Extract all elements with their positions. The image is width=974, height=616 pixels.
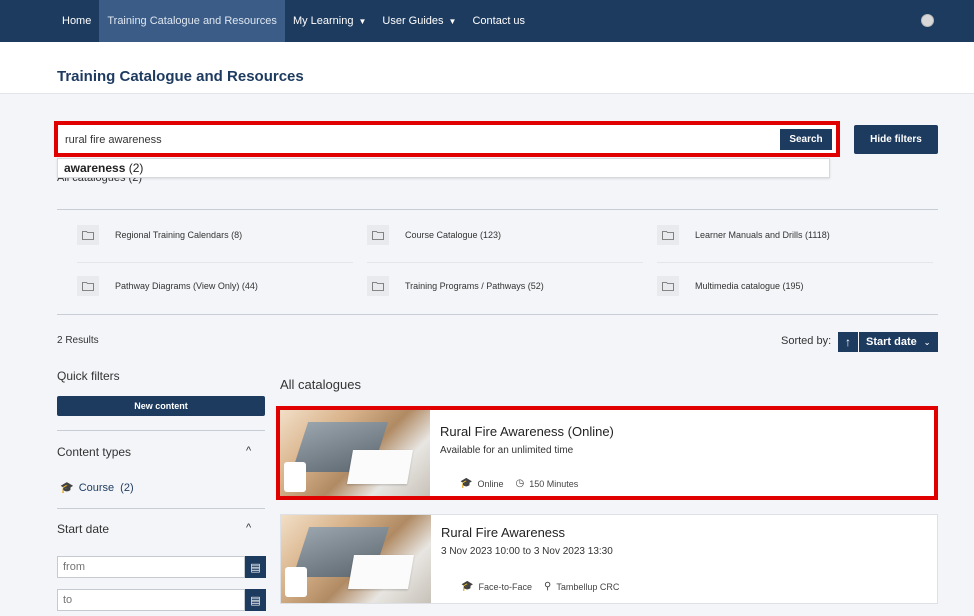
divider <box>77 262 353 263</box>
result-location: Tambellup CRC <box>556 581 620 592</box>
divider <box>57 314 938 315</box>
divider <box>657 262 933 263</box>
sort-select[interactable]: Start date ⌄ <box>859 332 938 352</box>
search-button[interactable]: Search <box>780 129 832 150</box>
nav-user-guides[interactable]: User Guides ▼ <box>374 0 464 42</box>
thumbnail-cup <box>284 462 306 492</box>
catalogue-label: Multimedia catalogue (195) <box>695 281 804 291</box>
calendar-icon[interactable]: ▤ <box>245 556 266 578</box>
result-title[interactable]: Rural Fire Awareness (Online) <box>440 424 614 439</box>
catalogue-course-catalogue[interactable]: Course Catalogue (123) <box>367 225 501 245</box>
search-input[interactable] <box>62 129 778 150</box>
new-content-button[interactable]: New content <box>57 396 265 416</box>
catalogue-label: Training Programs / Pathways (52) <box>405 281 544 291</box>
suggestion-term: awareness <box>64 161 126 175</box>
catalogue-multimedia[interactable]: Multimedia catalogue (195) <box>657 276 804 296</box>
nav-my-learning[interactable]: My Learning ▼ <box>285 0 374 42</box>
to-date-input[interactable] <box>57 589 245 611</box>
graduation-cap-icon: 🎓 <box>460 478 473 489</box>
sort-value: Start date <box>866 336 917 348</box>
chevron-down-icon: ⌄ <box>923 337 931 347</box>
course-filter-label: Course <box>78 481 115 494</box>
search-bar: Search <box>54 121 840 157</box>
result-subtitle: 3 Nov 2023 10:00 to 3 Nov 2023 13:30 <box>441 546 613 557</box>
course-filter-count: (2) <box>120 481 134 494</box>
from-date-input[interactable] <box>57 556 245 578</box>
result-subtitle: Available for an unlimited time <box>440 445 574 456</box>
content-types-title[interactable]: Content types <box>57 445 131 459</box>
calendar-icon[interactable]: ▤ <box>245 589 266 611</box>
chevron-up-icon[interactable]: ^ <box>246 445 251 457</box>
divider <box>57 508 265 509</box>
page-title: Training Catalogue and Resources <box>57 68 304 85</box>
catalogue-learner-manuals[interactable]: Learner Manuals and Drills (1118) <box>657 225 830 245</box>
nav-home-label: Home <box>62 15 92 27</box>
nav-training-catalogue[interactable]: Training Catalogue and Resources <box>99 0 285 42</box>
catalogue-label: Course Catalogue (123) <box>405 230 502 240</box>
caret-down-icon: ▼ <box>448 16 457 26</box>
result-meta: 🎓 Face-to-Face ⚲ Tambellup CRC <box>461 581 619 592</box>
nav-training-catalogue-label: Training Catalogue and Resources <box>107 15 277 27</box>
top-navigation: Home Training Catalogue and Resources My… <box>0 0 974 42</box>
search-suggestion[interactable]: awareness (2) <box>57 158 830 178</box>
sort-direction-button[interactable]: ↑ <box>838 332 858 352</box>
result-title[interactable]: Rural Fire Awareness <box>441 525 565 540</box>
start-date-title[interactable]: Start date <box>57 522 109 536</box>
nav-home[interactable]: Home <box>54 0 99 42</box>
catalogue-label: Regional Training Calendars (8) <box>115 230 243 240</box>
catalogue-training-programs[interactable]: Training Programs / Pathways (52) <box>367 276 544 296</box>
clock-icon: ◷ <box>515 478 525 489</box>
divider <box>57 430 265 431</box>
quick-filters-title: Quick filters <box>57 369 120 383</box>
result-delivery: Online <box>477 478 504 489</box>
catalogue-label: Learner Manuals and Drills (1118) <box>695 230 830 240</box>
location-pin-icon: ⚲ <box>543 581 552 592</box>
graduation-cap-icon: 🎓 <box>461 581 474 592</box>
results-heading: All catalogues <box>280 377 361 392</box>
nav-user-guides-label: User Guides <box>382 15 444 27</box>
folder-icon <box>77 225 99 245</box>
sorted-by-label: Sorted by: <box>781 335 832 347</box>
title-bar: Training Catalogue and Resources <box>0 42 974 94</box>
course-thumbnail <box>280 410 430 496</box>
results-count: 2 Results <box>57 335 99 346</box>
catalogue-label: Pathway Diagrams (View Only) (44) <box>115 281 258 291</box>
divider <box>57 209 938 210</box>
caret-down-icon: ▼ <box>358 16 367 26</box>
folder-icon <box>367 276 389 296</box>
result-meta: 🎓 Online ◷ 150 Minutes <box>460 478 578 489</box>
course-filter[interactable]: 🎓 Course (2) <box>60 481 134 495</box>
thumbnail-cup <box>285 567 307 597</box>
hide-filters-button[interactable]: Hide filters <box>854 125 938 154</box>
result-card[interactable]: Rural Fire Awareness 3 Nov 2023 10:00 to… <box>280 514 938 604</box>
divider <box>367 262 643 263</box>
result-duration: 150 Minutes <box>529 478 579 489</box>
nav-contact-us-label: Contact us <box>472 15 526 27</box>
folder-icon <box>657 225 679 245</box>
thumbnail-paper <box>348 555 414 589</box>
folder-icon <box>367 225 389 245</box>
catalogue-regional-training-calendars[interactable]: Regional Training Calendars (8) <box>77 225 242 245</box>
user-avatar-icon[interactable] <box>921 14 934 27</box>
arrow-up-icon: ↑ <box>845 335 851 349</box>
nav-contact-us[interactable]: Contact us <box>464 0 533 42</box>
thumbnail-paper <box>347 450 413 484</box>
course-thumbnail <box>281 515 431 603</box>
suggestion-count: (2) <box>125 161 144 175</box>
catalogue-pathway-diagrams[interactable]: Pathway Diagrams (View Only) (44) <box>77 276 258 296</box>
graduation-cap-icon: 🎓 <box>60 482 74 494</box>
folder-icon <box>77 276 99 296</box>
nav-my-learning-label: My Learning <box>292 15 354 27</box>
chevron-up-icon[interactable]: ^ <box>246 522 251 534</box>
result-card[interactable]: Rural Fire Awareness (Online) Available … <box>276 406 938 500</box>
result-delivery: Face-to-Face <box>478 581 532 592</box>
folder-icon <box>657 276 679 296</box>
